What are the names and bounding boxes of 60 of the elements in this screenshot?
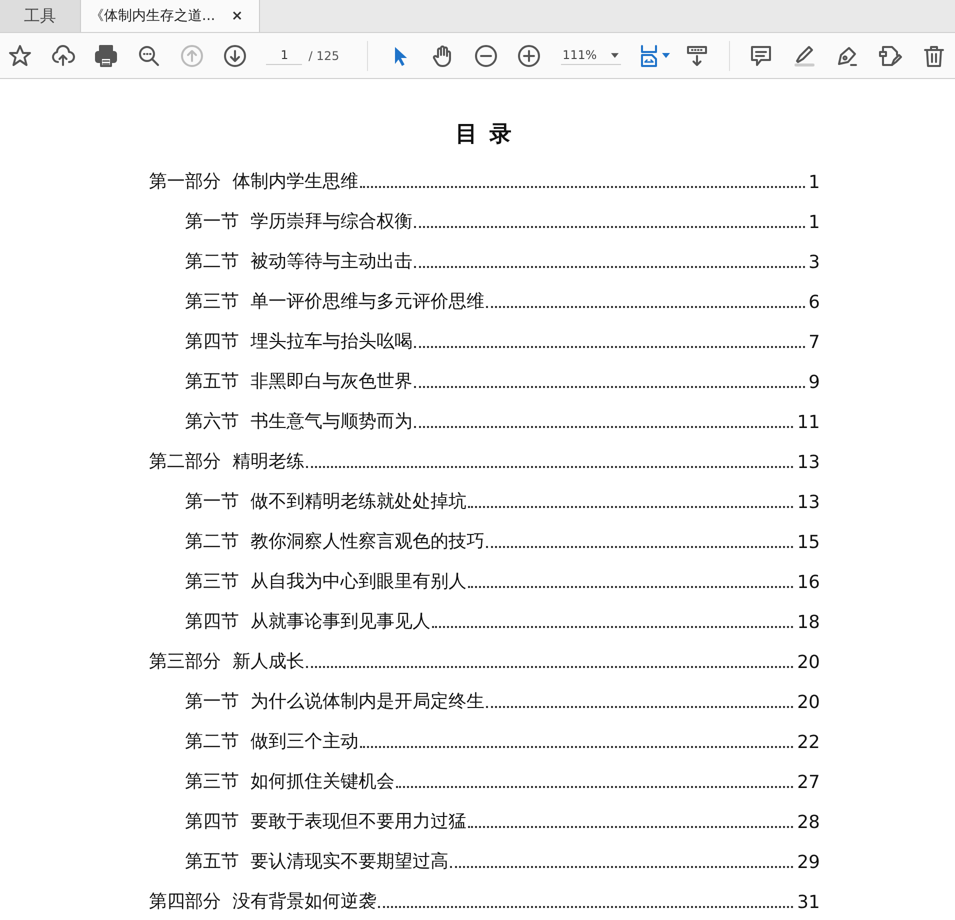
- page-number: 13: [797, 492, 820, 513]
- highlighter-icon: [792, 44, 816, 68]
- page-number: 22: [797, 732, 820, 753]
- page-number: 15: [797, 532, 820, 553]
- comment-icon: [749, 44, 774, 68]
- page-number: 13: [797, 452, 820, 473]
- toc-entry-title[interactable]: 第一节 学历崇拜与综合权衡: [185, 209, 412, 233]
- down-arrow-circle-icon: [222, 44, 247, 68]
- toc-entry-title[interactable]: 第一部分 体制内学生思维: [149, 169, 358, 193]
- toc-entry-title[interactable]: 第五节 要认清现实不要期望过高: [185, 849, 448, 873]
- page-number: 29: [797, 852, 820, 873]
- toc-entry-title[interactable]: 第一节 为什么说体制内是开局定终生: [185, 689, 484, 713]
- toc-entry-title[interactable]: 第二节 教你洞察人性察言观色的技巧: [185, 529, 484, 553]
- cloud-upload-icon: [50, 44, 75, 68]
- page-number: 27: [797, 772, 820, 793]
- page-number: 3: [808, 252, 820, 273]
- toc-entry-title[interactable]: 第四节 从就事论事到见事见人: [185, 609, 430, 633]
- page-number: 9: [808, 372, 820, 393]
- document-heading: 目 录: [454, 121, 514, 149]
- toc-entry-title[interactable]: 第四节 要敢于表现但不要用力过猛: [185, 809, 466, 833]
- close-tab-button[interactable]: ×: [231, 8, 243, 24]
- toc-entry-title[interactable]: 第三节 从自我为中心到眼里有别人: [185, 569, 466, 593]
- tab[interactable]: 《体制内生存之道... ×: [80, 0, 260, 32]
- page-number: 16: [797, 572, 820, 593]
- toc-entry-title[interactable]: 第四部分 没有背景如何逆袭: [149, 889, 376, 913]
- page-number: 7: [808, 332, 820, 353]
- caret-icon: [662, 53, 670, 58]
- toc-entry-title[interactable]: 第二节 被动等待与主动出击: [185, 249, 412, 273]
- zoom-out-icon: [474, 44, 498, 68]
- tab[interactable]: 工具: [0, 0, 80, 32]
- toc-entry-title[interactable]: 第二节 做到三个主动: [185, 729, 358, 753]
- caret-icon: [610, 52, 619, 58]
- toc-entry-title[interactable]: 第五节 非黑即白与灰色世界: [185, 369, 412, 393]
- page-number: 20: [797, 692, 820, 713]
- toc-entry-title[interactable]: 第二部分 精明老练: [149, 449, 304, 473]
- page-number-field[interactable]: 1: [266, 46, 302, 65]
- page-number: 18: [797, 612, 820, 633]
- toc-entry-title[interactable]: 第六节 书生意气与顺势而为: [185, 409, 412, 433]
- page-number: 20: [797, 652, 820, 673]
- page-number: 1: [808, 172, 820, 193]
- bookmark-star-icon: [8, 44, 32, 68]
- toc-entry-title[interactable]: 第三节 如何抓住关键机会: [185, 769, 394, 793]
- ruler-down-arrow-icon: [685, 44, 710, 68]
- document-edit-icon: [878, 44, 902, 68]
- page-number: 6: [808, 292, 820, 313]
- search-icon: [136, 44, 161, 68]
- toc-entry-title[interactable]: 第一节 做不到精明老练就处处掉坑: [185, 489, 466, 513]
- toc-entry-title[interactable]: 第四节 埋头拉车与抬头吆喝: [185, 329, 412, 353]
- toc-entry-title[interactable]: 第三节 单一评价思维与多元评价思维: [185, 289, 484, 313]
- zoom-dropdown[interactable]: 111%: [560, 46, 621, 65]
- toc-entry-title[interactable]: 第三部分 新人成长: [149, 649, 304, 673]
- up-arrow-circle-icon: [180, 44, 204, 68]
- page-number: 31: [797, 892, 820, 913]
- trash-icon: [922, 44, 946, 68]
- page-number: 1: [808, 212, 820, 233]
- page-count: / 125: [308, 48, 340, 62]
- print-icon: [94, 44, 118, 68]
- zoom-in-icon: [516, 44, 541, 68]
- page-number: 28: [797, 812, 820, 833]
- page-number: 11: [797, 412, 820, 433]
